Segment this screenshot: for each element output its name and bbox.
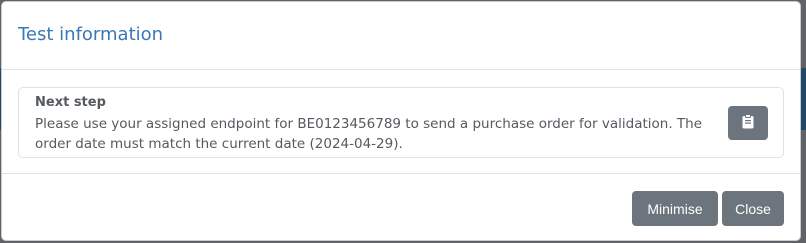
test-information-dialog: Test information Next step Please use yo…	[1, 1, 801, 241]
minimise-button[interactable]: Minimise	[632, 191, 718, 226]
dialog-footer: Minimise Close	[2, 174, 800, 240]
dialog-header: Test information	[2, 2, 800, 70]
next-step-card: Next step Please use your assigned endpo…	[18, 87, 784, 158]
next-step-text: Please use your assigned endpoint for BE…	[35, 116, 703, 152]
close-button[interactable]: Close	[722, 191, 784, 226]
dialog-title: Test information	[18, 24, 164, 45]
copy-to-clipboard-button[interactable]	[728, 106, 768, 140]
dialog-body: Next step Please use your assigned endpo…	[2, 70, 800, 174]
clipboard-icon	[742, 113, 754, 133]
next-step-title: Next step	[35, 95, 106, 110]
